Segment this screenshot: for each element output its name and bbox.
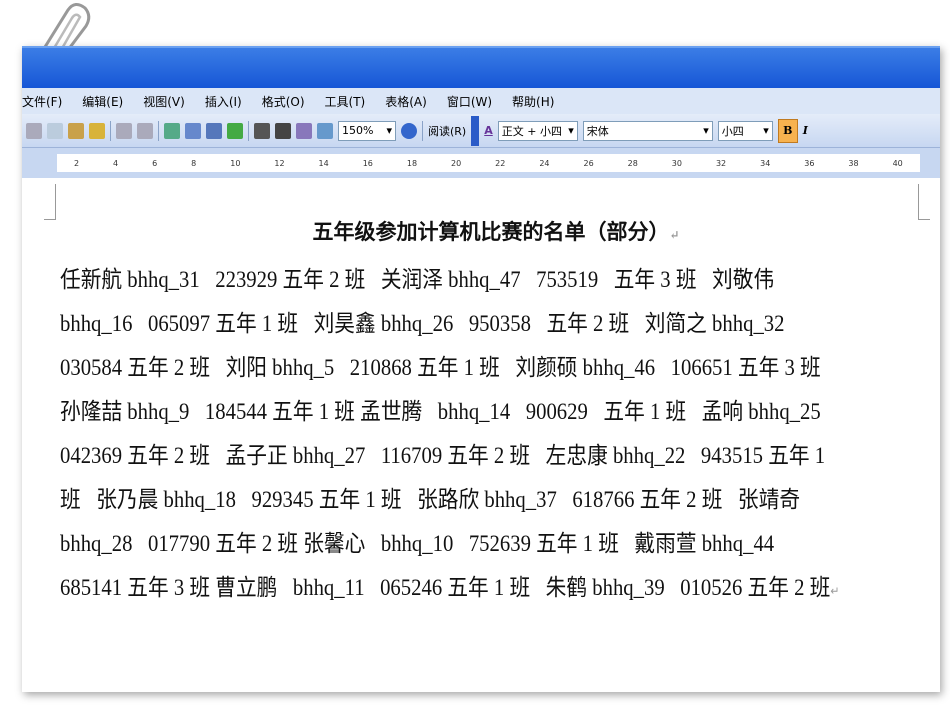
separator [158, 120, 159, 141]
font-select[interactable]: 宋体 ▾ [582, 120, 713, 141]
text-line: bhhq_28 017790 五年 2 班 张馨心 bhhq_10 752639… [60, 522, 839, 566]
document-body: 任新航 bhhq_31 223929 五年 2 班 关润泽 bhhq_47 75… [60, 258, 926, 613]
undo-icon[interactable] [116, 122, 132, 139]
ruler-tick-label: 4 [113, 158, 119, 168]
chevron-down-icon: ▾ [386, 124, 392, 137]
ruler-tick-label: 24 [539, 158, 550, 168]
ruler-tick-label: 14 [318, 158, 329, 168]
text-line: 班 张乃晨 bhhq_18 929345 五年 1 班 张路欣 bhhq_37 … [60, 478, 839, 522]
line-text: 042369 五年 2 班 孟子正 bhhq_27 116709 五年 2 班 … [60, 443, 826, 468]
chevron-down-icon: ▾ [703, 124, 709, 137]
document-title: 五年级参加计算机比赛的名单（部分）↵ [22, 216, 940, 246]
ruler-tick-label: 10 [230, 158, 241, 168]
show-hide-icon[interactable] [317, 122, 333, 139]
menu-insert[interactable]: 插入(I) [205, 93, 242, 110]
ruler-tick-label: 8 [191, 158, 197, 168]
ruler-tick-label: 30 [671, 158, 682, 168]
toolbar-handle[interactable] [471, 115, 480, 146]
columns-icon[interactable] [254, 122, 270, 139]
separator [248, 120, 249, 141]
zoom-value: 150% [342, 124, 374, 137]
ruler-tick-label: 34 [760, 158, 771, 168]
paste-icon[interactable] [68, 122, 84, 139]
ruler-tick-label: 36 [804, 158, 815, 168]
ruler-tick-label: 26 [583, 158, 594, 168]
style-select[interactable]: 正文 + 小四 ▾ [497, 120, 578, 141]
ruler-tick-label: 12 [274, 158, 285, 168]
paragraph-mark: ↵ [669, 228, 680, 242]
ruler-tick-label: 32 [715, 158, 727, 168]
chevron-down-icon: ▾ [568, 124, 574, 137]
chevron-down-icon: ▾ [763, 124, 769, 137]
text-line: bhhq_16 065097 五年 1 班 刘昊鑫 bhhq_26 950358… [60, 302, 839, 346]
insert-excel-icon[interactable] [227, 122, 243, 139]
ruler-tick-label: 18 [406, 158, 418, 168]
menu-view[interactable]: 视图(V) [143, 93, 185, 110]
doc-map-icon[interactable] [296, 122, 312, 139]
font-size-select[interactable]: 小四 ▾ [717, 120, 773, 141]
drawing-icon[interactable] [275, 122, 291, 139]
ruler[interactable]: 2 4 6 8 10 12 14 16 18 20 22 24 26 28 30 32 34 36 38 40 [22, 148, 940, 178]
toolbar: 150% ▾ 阅读(R) A 正文 + 小四 ▾ 宋体 ▾ 小四 ▾ B I [22, 114, 940, 148]
font-value: 宋体 [586, 124, 609, 138]
text-line: 030584 五年 2 班 刘阳 bhhq_5 210868 五年 1 班 刘颜… [60, 346, 839, 390]
copy-icon[interactable] [47, 122, 63, 139]
ruler-tick-label: 22 [495, 158, 506, 168]
ruler-scale: 2 4 6 8 10 12 14 16 18 20 22 24 26 28 30 32 34 36 38 40 [57, 154, 920, 172]
text-line: 042369 五年 2 班 孟子正 bhhq_27 116709 五年 2 班 … [60, 434, 839, 478]
cut-icon[interactable] [26, 122, 42, 139]
line-text: 685141 五年 3 班 曹立鹏 bhhq_11 065246 五年 1 班 … [60, 575, 831, 600]
word-window: 文件(F) 编辑(E) 视图(V) 插入(I) 格式(O) 工具(T) 表格(A… [22, 46, 940, 692]
ruler-tick-label: 28 [627, 158, 638, 168]
bold-button[interactable]: B [777, 118, 798, 143]
margin-corner [44, 184, 56, 220]
ruler-tick-label: 38 [848, 158, 859, 168]
menu-format[interactable]: 格式(O) [262, 93, 305, 110]
document-page[interactable]: 五年级参加计算机比赛的名单（部分）↵ 任新航 bhhq_31 223929 五年… [22, 178, 940, 692]
italic-button[interactable]: I [803, 124, 808, 137]
title-text: 五年级参加计算机比赛的名单（部分） [312, 219, 670, 244]
margin-corner [918, 184, 930, 220]
help-icon[interactable] [401, 122, 417, 139]
line-text: 任新航 bhhq_31 223929 五年 2 班 关润泽 bhhq_47 75… [60, 267, 775, 292]
menu-table[interactable]: 表格(A) [385, 93, 427, 110]
font-size-value: 小四 [721, 124, 744, 138]
insert-table-icon[interactable] [206, 122, 222, 139]
tables-borders-icon[interactable] [185, 122, 201, 139]
zoom-select[interactable]: 150% ▾ [338, 120, 396, 141]
redo-icon[interactable] [137, 122, 153, 139]
line-text: 班 张乃晨 bhhq_18 929345 五年 1 班 张路欣 bhhq_37 … [60, 487, 801, 512]
line-text: 030584 五年 2 班 刘阳 bhhq_5 210868 五年 1 班 刘颜… [60, 355, 821, 380]
format-painter-icon[interactable] [89, 122, 105, 139]
ruler-tick-label: 6 [152, 158, 158, 168]
style-value: 正文 + 小四 [501, 124, 562, 138]
menu-help[interactable]: 帮助(H) [512, 93, 554, 110]
ruler-tick-label: 20 [451, 158, 462, 168]
text-line: 任新航 bhhq_31 223929 五年 2 班 关润泽 bhhq_47 75… [60, 258, 839, 302]
styles-icon[interactable]: A [484, 124, 493, 137]
menu-tools[interactable]: 工具(T) [325, 93, 366, 110]
read-button[interactable]: 阅读(R) [428, 123, 466, 139]
separator [110, 120, 111, 141]
line-text: 孙隆喆 bhhq_9 184544 五年 1 班 孟世腾 bhhq_14 900… [60, 399, 821, 424]
ruler-tick-label: 2 [73, 158, 80, 168]
separator [422, 120, 423, 141]
menu-file[interactable]: 文件(F) [22, 93, 62, 110]
ruler-tick-label: 16 [362, 158, 373, 168]
text-line: 685141 五年 3 班 曹立鹏 bhhq_11 065246 五年 1 班 … [60, 566, 839, 613]
menu-window[interactable]: 窗口(W) [447, 93, 492, 110]
menu-edit[interactable]: 编辑(E) [82, 93, 123, 110]
line-text: bhhq_16 065097 五年 1 班 刘昊鑫 bhhq_26 950358… [60, 311, 785, 336]
title-bar [22, 46, 940, 88]
paragraph-mark: ↵ [830, 584, 840, 598]
line-text: bhhq_28 017790 五年 2 班 张馨心 bhhq_10 752639… [60, 531, 775, 556]
text-line: 孙隆喆 bhhq_9 184544 五年 1 班 孟世腾 bhhq_14 900… [60, 390, 839, 434]
menu-bar: 文件(F) 编辑(E) 视图(V) 插入(I) 格式(O) 工具(T) 表格(A… [22, 88, 940, 114]
ruler-tick-label: 40 [892, 158, 903, 168]
hyperlink-icon[interactable] [164, 122, 180, 139]
